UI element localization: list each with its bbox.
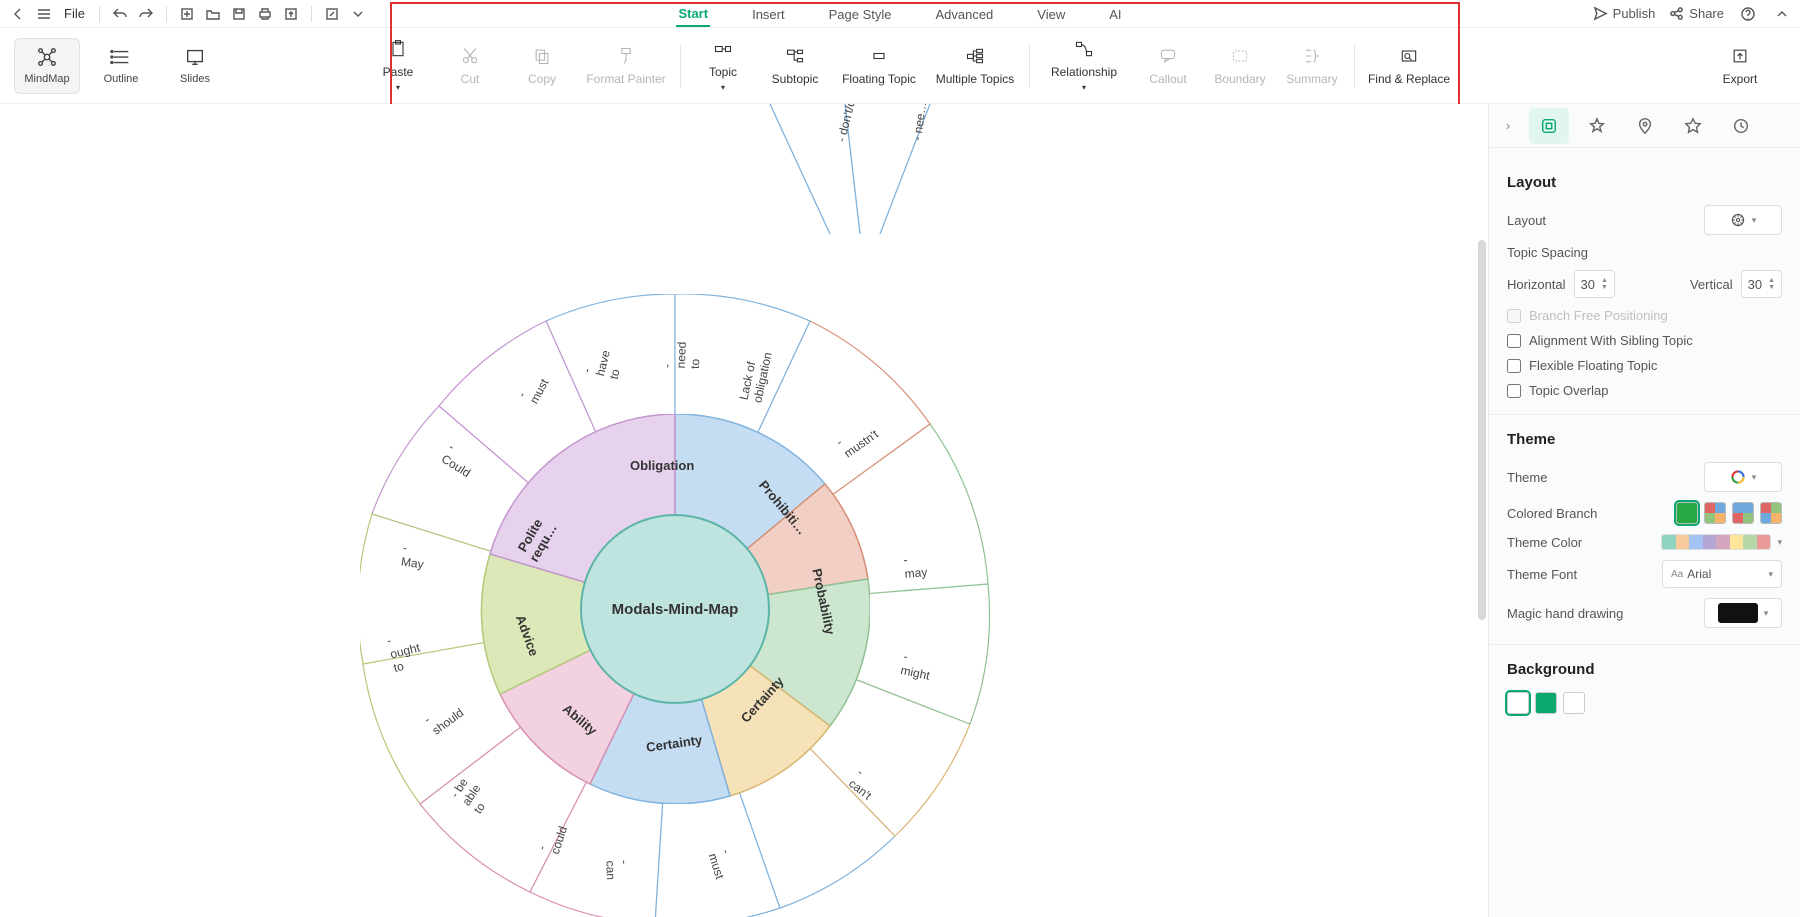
- section-background-title: Background: [1507, 661, 1782, 678]
- publish-button[interactable]: Publish: [1593, 6, 1656, 21]
- find-replace-button[interactable]: Find & Replace: [1361, 42, 1457, 90]
- node-may2[interactable]: - May: [400, 541, 426, 572]
- colored-branch-label: Colored Branch: [1507, 506, 1597, 521]
- multiple-topics-button[interactable]: Multiple Topics: [927, 42, 1023, 90]
- section-layout-title: Layout: [1507, 174, 1782, 191]
- branch-free-checkbox: Branch Free Positioning: [1507, 308, 1782, 323]
- theme-font-label: Theme Font: [1507, 567, 1577, 582]
- export-quick-icon[interactable]: [281, 4, 301, 24]
- undo-icon[interactable]: [110, 4, 130, 24]
- vertical-stepper[interactable]: 30▲▼: [1741, 270, 1782, 298]
- topic-spacing-label: Topic Spacing: [1507, 245, 1782, 260]
- view-slides-button[interactable]: Slides: [162, 38, 228, 94]
- edit-quick-icon[interactable]: [322, 4, 342, 24]
- print-icon[interactable]: [255, 4, 275, 24]
- flexible-floating-checkbox[interactable]: Flexible Floating Topic: [1507, 358, 1782, 373]
- share-button[interactable]: Share: [1669, 6, 1724, 21]
- align-sibling-checkbox[interactable]: Alignment With Sibling Topic: [1507, 333, 1782, 348]
- divider: [99, 6, 100, 22]
- theme-color-dropdown[interactable]: ▾: [1777, 537, 1782, 548]
- bg-swatch-white[interactable]: [1507, 692, 1529, 714]
- canvas[interactable]: - don't/d… - nee… - must -: [0, 104, 1488, 917]
- ribbon-separator: [1354, 44, 1355, 88]
- view-mindmap-button[interactable]: MindMap: [14, 38, 80, 94]
- help-icon[interactable]: [1738, 4, 1758, 24]
- file-menu[interactable]: File: [60, 6, 89, 21]
- theme-label: Theme: [1507, 470, 1547, 485]
- collapse-ribbon-icon[interactable]: [1772, 4, 1792, 24]
- view-outline-button[interactable]: Outline: [88, 38, 154, 94]
- node-obligation[interactable]: Obligation: [630, 458, 694, 473]
- summary-button: Summary: [1276, 42, 1348, 90]
- new-icon[interactable]: [177, 4, 197, 24]
- node-might[interactable]: - might: [899, 649, 934, 682]
- layout-label: Layout: [1507, 213, 1546, 228]
- panel-tab-icon[interactable]: [1673, 108, 1713, 144]
- colored-branch-option-2[interactable]: [1704, 502, 1726, 524]
- relationship-button[interactable]: Relationship▾: [1036, 35, 1132, 97]
- divider: [166, 6, 167, 22]
- node-can[interactable]: - can: [603, 860, 632, 880]
- ribbon-separator: [680, 44, 681, 88]
- topic-overlap-checkbox[interactable]: Topic Overlap: [1507, 383, 1782, 398]
- boundary-button: Boundary: [1204, 42, 1276, 90]
- topic-button[interactable]: Topic▾: [687, 35, 759, 97]
- theme-color-label: Theme Color: [1507, 535, 1582, 550]
- panel-tab-history[interactable]: [1721, 108, 1761, 144]
- bg-swatch-3[interactable]: [1563, 692, 1585, 714]
- more-quick-icon[interactable]: [348, 4, 368, 24]
- magic-hand-label: Magic hand drawing: [1507, 606, 1623, 621]
- back-icon[interactable]: [8, 4, 28, 24]
- divider: [311, 6, 312, 22]
- callout-button: Callout: [1132, 42, 1204, 90]
- theme-font-dropdown[interactable]: AaArial▾: [1662, 560, 1782, 588]
- cut-button: Cut: [434, 42, 506, 90]
- menu-icon[interactable]: [34, 4, 54, 24]
- scrollbar-thumb[interactable]: [1478, 240, 1486, 620]
- paste-button[interactable]: Paste▾: [362, 35, 434, 97]
- theme-dropdown[interactable]: ▾: [1704, 462, 1782, 492]
- panel-tab-ai[interactable]: [1577, 108, 1617, 144]
- layout-dropdown[interactable]: ▾: [1704, 205, 1782, 235]
- ribbon-separator: [1029, 44, 1030, 88]
- colored-branch-option-4[interactable]: [1760, 502, 1782, 524]
- bg-swatch-green[interactable]: [1535, 692, 1557, 714]
- floating-topic-button[interactable]: Floating Topic: [831, 42, 927, 90]
- node-may[interactable]: - may: [903, 551, 928, 581]
- panel-collapse-icon[interactable]: ›: [1499, 106, 1517, 146]
- export-button[interactable]: Export: [1704, 42, 1776, 90]
- vertical-label: Vertical: [1690, 277, 1733, 292]
- copy-button: Copy: [506, 42, 578, 90]
- menu-start[interactable]: Start: [676, 2, 710, 27]
- menu-insert[interactable]: Insert: [750, 3, 787, 26]
- menu-ai[interactable]: AI: [1107, 3, 1123, 26]
- theme-color-strip[interactable]: [1661, 534, 1771, 550]
- menu-view[interactable]: View: [1035, 3, 1067, 26]
- magic-hand-dropdown[interactable]: ▾: [1704, 598, 1782, 628]
- horizontal-stepper[interactable]: 30▲▼: [1574, 270, 1615, 298]
- panel-tab-marker[interactable]: [1625, 108, 1665, 144]
- colored-branch-option-3[interactable]: [1732, 502, 1754, 524]
- colored-branch-option-1[interactable]: [1676, 502, 1698, 524]
- horizontal-label: Horizontal: [1507, 277, 1566, 292]
- menu-advanced[interactable]: Advanced: [933, 3, 995, 26]
- redo-icon[interactable]: [136, 4, 156, 24]
- save-icon[interactable]: [229, 4, 249, 24]
- panel-tab-layout[interactable]: [1529, 108, 1569, 144]
- section-theme-title: Theme: [1507, 431, 1782, 448]
- menu-page-style[interactable]: Page Style: [827, 3, 894, 26]
- node-need-to[interactable]: - need to: [660, 341, 703, 369]
- open-icon[interactable]: [203, 4, 223, 24]
- central-topic[interactable]: Modals-Mind-Map: [580, 514, 770, 704]
- format-painter-button: Format Painter: [578, 42, 674, 90]
- subtopic-button[interactable]: Subtopic: [759, 42, 831, 90]
